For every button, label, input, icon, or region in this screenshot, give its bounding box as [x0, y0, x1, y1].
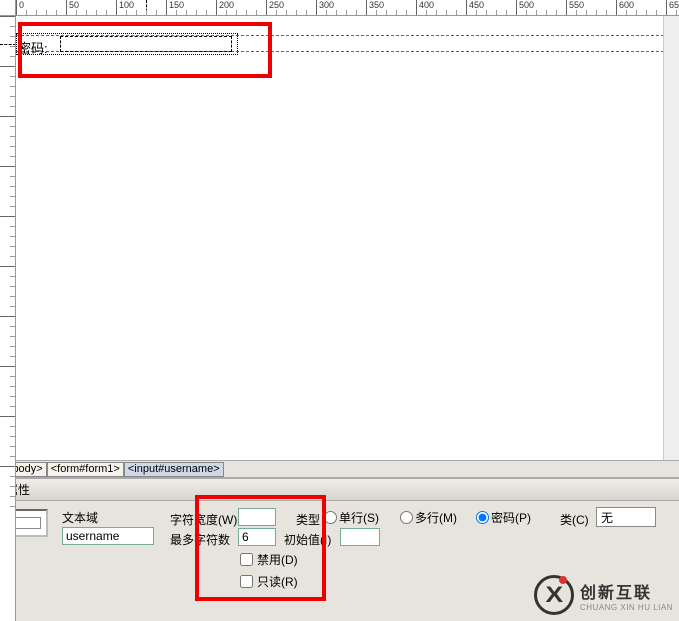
vertical-ruler[interactable] [0, 16, 16, 621]
section-label: 文本域 [62, 509, 98, 526]
panel-body: 文本域 字符宽度(W) 最多字符数 类型 单行(S) 多行(M) 密码(P) 类… [0, 501, 679, 621]
type-single-radio[interactable]: 单行(S) [324, 509, 379, 526]
logo-text-en: CHUANG XIN HU LIAN [580, 603, 673, 612]
design-canvas[interactable]: 密码: [16, 16, 679, 460]
logo-text-cn: 创新互联 [580, 579, 673, 603]
properties-panel: 属性 文本域 字符宽度(W) 最多字符数 类型 单行(S) 多行(M) 密码(P… [0, 478, 679, 621]
tag-input[interactable]: <input#username> [124, 462, 224, 477]
ruler-corner [0, 0, 16, 16]
brand-logo: X 创新互联 CHUANG XIN HU LIAN [534, 575, 673, 615]
ruler-marker [0, 44, 16, 45]
panel-title[interactable]: 属性 [0, 479, 679, 501]
annotation-box [195, 495, 326, 601]
class-label: 类(C) [560, 511, 589, 528]
name-input[interactable] [62, 527, 154, 545]
tag-selector[interactable]: <body> <form#form1> <input#username> [0, 460, 679, 478]
initial-value-input[interactable] [340, 528, 380, 546]
annotation-box [18, 22, 272, 78]
class-dropdown[interactable]: 无 [596, 507, 656, 527]
vertical-scrollbar[interactable] [663, 16, 679, 460]
logo-icon: X [534, 575, 574, 615]
type-multi-radio[interactable]: 多行(M) [400, 509, 457, 526]
tag-form[interactable]: <form#form1> [47, 462, 124, 477]
horizontal-ruler[interactable]: 050100150200250300350400450500550600650 [16, 0, 679, 16]
type-password-radio[interactable]: 密码(P) [476, 509, 531, 526]
